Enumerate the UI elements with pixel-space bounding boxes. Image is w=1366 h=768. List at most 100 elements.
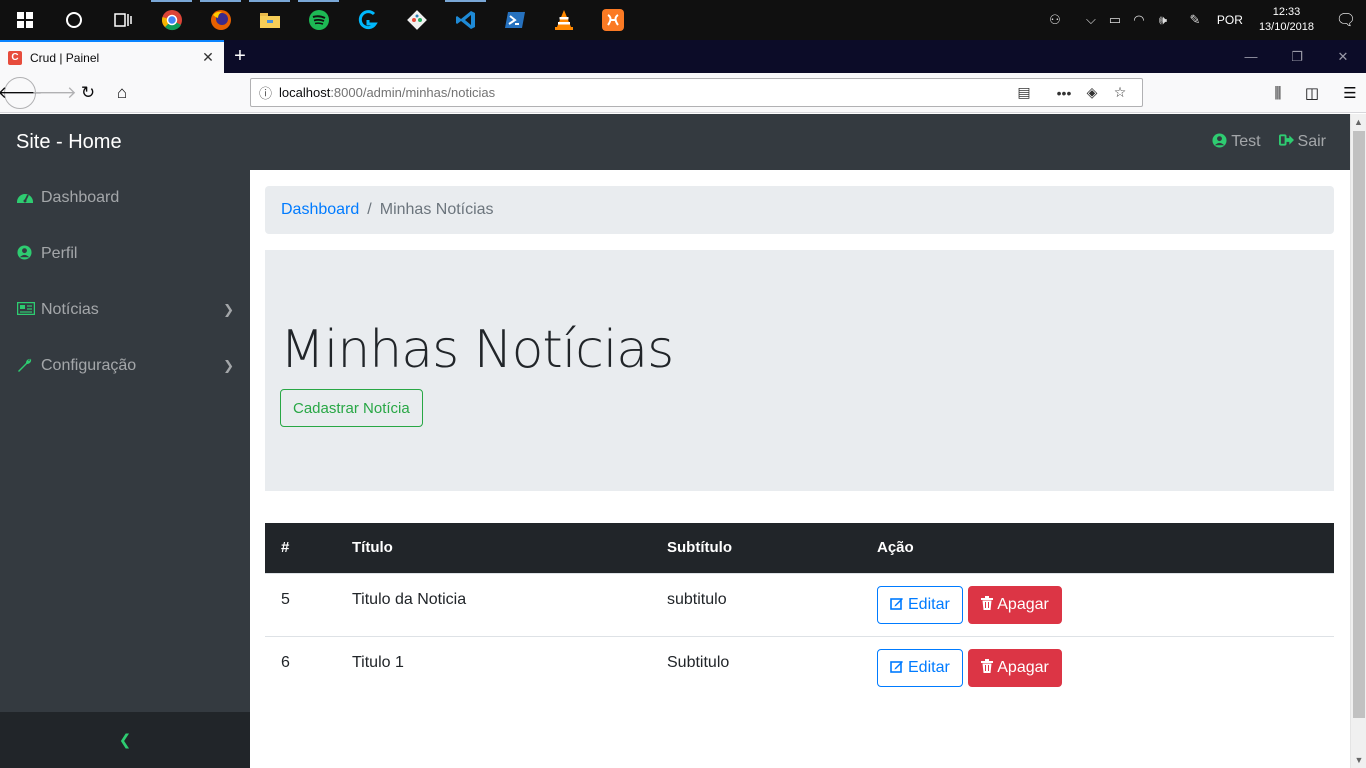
table-row: 5 Titulo da Noticia subtitulo Editar Apa… [265, 573, 1334, 636]
clock-time: 12:33 [1272, 6, 1301, 18]
action-center-icon[interactable]: 🗨 [1326, 10, 1366, 30]
sidebar-item-configuracao[interactable]: Configuração ❯ [0, 338, 250, 394]
edit-button[interactable]: Editar [877, 648, 963, 687]
hamburger-menu-icon[interactable]: ☰ [1334, 77, 1366, 109]
url-host: localhost [279, 85, 331, 100]
windows-taskbar: ⚇ ⌵ ▭ ◠ 🕪 ✎ POR 12:33 13/10/2018 🗨 [0, 0, 1366, 40]
page-scrollbar[interactable]: ▲ ▼ [1350, 114, 1366, 768]
main-content: Dashboard / Minhas Notícias Minhas Notíc… [250, 170, 1350, 768]
git-kraken-icon[interactable] [392, 0, 441, 40]
windows-start-icon[interactable] [0, 0, 49, 40]
cell-id: 5 [281, 590, 290, 608]
browser-tab[interactable]: C Crud | Painel ✕ [0, 40, 224, 73]
chrome-icon[interactable] [147, 0, 196, 40]
sidebar-toggle-icon[interactable]: ◫ [1296, 77, 1328, 109]
tray-expand-icon[interactable]: ⌵ [1079, 12, 1103, 28]
delete-button[interactable]: Apagar [968, 648, 1062, 687]
sidebar-item-noticias[interactable]: Notícias ❯ [0, 282, 250, 338]
bookmark-star-icon[interactable]: ☆ [1106, 84, 1134, 101]
browser-tab-strip: C Crud | Painel ✕ + — ❐ ✕ [0, 40, 1366, 73]
forward-button[interactable]: 🡒 [31, 77, 77, 109]
scroll-up-icon[interactable]: ▲ [1351, 114, 1366, 130]
minimize-window-icon[interactable]: — [1228, 40, 1274, 73]
user-link[interactable]: Test [1212, 132, 1261, 152]
sidebar-item-label: Notícias [41, 301, 99, 318]
chevron-right-icon: ❯ [223, 358, 234, 373]
volume-icon[interactable]: 🕪 [1151, 12, 1175, 28]
xampp-icon[interactable] [588, 0, 637, 40]
pen-icon[interactable]: ✎ [1183, 12, 1207, 28]
web-page: Site - Home Test Sair Dashboard Perfil N… [0, 114, 1350, 768]
page-title: Minhas Notícias [280, 320, 674, 380]
column-header-id: # [281, 539, 290, 557]
sign-out-icon [1278, 133, 1294, 151]
reader-view-icon[interactable]: ▤ [1010, 84, 1038, 101]
vlc-icon[interactable] [539, 0, 588, 40]
column-header-subtitulo: Subtítulo [667, 539, 732, 557]
sidebar-collapse-button[interactable]: ❮ [0, 712, 250, 768]
sidebar-item-perfil[interactable]: Perfil [0, 226, 250, 282]
spotify-icon[interactable] [294, 0, 343, 40]
restore-window-icon[interactable]: ❐ [1274, 40, 1320, 73]
logitech-icon[interactable] [343, 0, 392, 40]
brand-title[interactable]: Site - Home [16, 131, 122, 154]
sidebar: Dashboard Perfil Notícias ❯ Configuração… [0, 170, 250, 768]
chevron-left-icon: ❮ [118, 732, 132, 749]
sidebar-item-label: Perfil [41, 245, 78, 262]
task-view-icon[interactable] [98, 0, 147, 40]
logout-label: Sair [1297, 133, 1326, 150]
delete-label: Apagar [997, 595, 1049, 613]
sidebar-item-label: Dashboard [41, 189, 120, 206]
clock-date: 13/10/2018 [1258, 21, 1314, 33]
breadcrumb-separator: / [367, 201, 372, 218]
breadcrumb-link-dashboard[interactable]: Dashboard [281, 201, 359, 219]
edit-icon [890, 659, 904, 676]
page-actions-icon[interactable]: ••• [1050, 85, 1078, 101]
sidebar-item-dashboard[interactable]: Dashboard [0, 170, 250, 226]
jumbotron: Minhas Notícias Cadastrar Notícia [265, 250, 1334, 491]
site-info-icon[interactable]: ⓘ [259, 83, 279, 102]
delete-button[interactable]: Apagar [968, 585, 1062, 624]
battery-icon[interactable]: ▭ [1103, 12, 1127, 28]
firefox-icon[interactable] [196, 0, 245, 40]
edit-label: Editar [908, 595, 950, 613]
scroll-down-icon[interactable]: ▼ [1351, 752, 1366, 768]
wrench-icon [17, 357, 39, 376]
edit-button[interactable]: Editar [877, 585, 963, 624]
scroll-thumb[interactable] [1353, 131, 1365, 718]
cell-subtitulo: Subtitulo [667, 653, 730, 671]
library-icon[interactable]: ⫼ [1262, 77, 1294, 109]
breadcrumb-active: Minhas Notícias [379, 201, 494, 218]
system-clock[interactable]: 12:33 13/10/2018 [1259, 5, 1314, 35]
cell-titulo: Titulo 1 [352, 653, 404, 671]
cell-titulo: Titulo da Noticia [352, 590, 467, 608]
edit-icon [890, 596, 904, 613]
url-path: :8000/admin/minhas/noticias [330, 85, 496, 100]
cell-acao: Editar Apagar [861, 573, 1334, 636]
vscode-icon[interactable] [441, 0, 490, 40]
cortana-search-icon[interactable] [49, 0, 98, 40]
cell-acao: Editar Apagar [861, 636, 1334, 699]
home-button[interactable]: ⌂ [106, 77, 138, 109]
add-news-button[interactable]: Cadastrar Notícia [280, 389, 423, 427]
language-indicator[interactable]: POR [1217, 13, 1243, 27]
breadcrumb: Dashboard / Minhas Notícias [265, 186, 1334, 234]
reload-button[interactable]: ↻ [72, 77, 104, 109]
edit-label: Editar [908, 658, 950, 676]
close-tab-icon[interactable]: ✕ [200, 49, 216, 66]
close-window-icon[interactable]: ✕ [1320, 40, 1366, 73]
pocket-icon[interactable]: ◈ [1078, 84, 1106, 101]
table-row: 6 Titulo 1 Subtitulo Editar Apagar [265, 636, 1334, 699]
wifi-icon[interactable]: ◠ [1127, 12, 1151, 28]
sidebar-item-label: Configuração [41, 357, 137, 374]
people-icon[interactable]: ⚇ [1043, 12, 1067, 28]
logout-link[interactable]: Sair [1278, 133, 1326, 151]
trash-icon [981, 596, 994, 613]
column-header-acao: Ação [877, 539, 914, 557]
powershell-icon[interactable] [490, 0, 539, 40]
chevron-right-icon: ❯ [223, 302, 234, 317]
file-explorer-icon[interactable] [245, 0, 294, 40]
trash-icon [981, 659, 994, 676]
url-bar[interactable]: ⓘ localhost:8000/admin/minhas/noticias ▤… [250, 78, 1143, 107]
new-tab-button[interactable]: + [224, 40, 256, 73]
